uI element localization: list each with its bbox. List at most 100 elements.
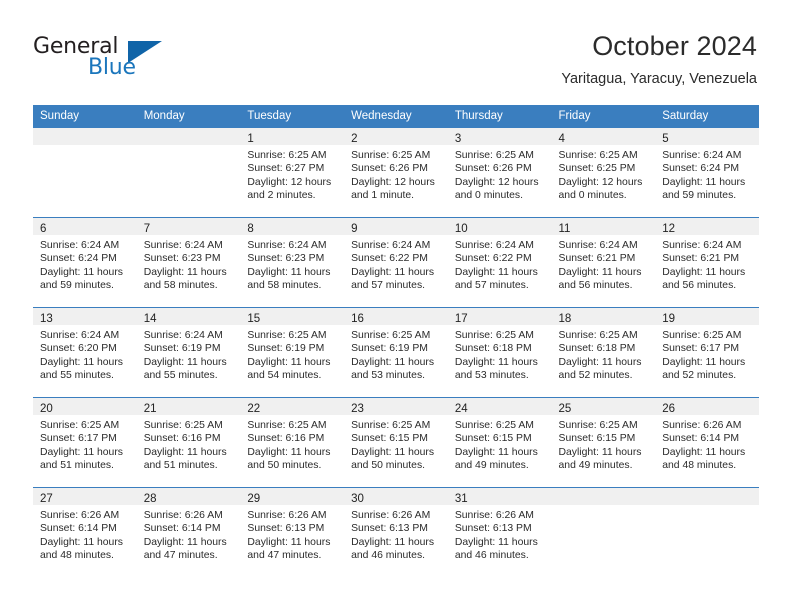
sunrise-text: Sunrise: 6:24 AM [558,240,638,251]
day-number-band: 3 [447,128,552,145]
calendar-day-cell[interactable]: 8 Sunrise: 6:24 AM Sunset: 6:23 PM Daylight… [240,217,345,308]
daylight-text: Daylight: 11 hours and 47 minutes. [143,536,227,562]
day-number-band: 13 [33,308,137,325]
calendar-day-cell[interactable]: 18 Sunrise: 6:25 AM Sunset: 6:18 PM Dayligh… [551,307,656,398]
day-number: 28 [143,493,157,505]
calendar-day-cell[interactable]: 31 Sunrise: 6:26 AM Sunset: 6:13 PM Dayligh… [447,487,552,577]
daylight-text: Daylight: 11 hours and 54 minutes. [247,356,331,382]
daylight-text: Daylight: 11 hours and 50 minutes. [247,446,331,472]
day-cell-content: 9 Sunrise: 6:24 AM Sunset: 6:22 PM Daylight… [344,218,448,307]
day-sun-info: Sunrise: 6:24 AM Sunset: 6:22 PM Daylight:… [344,235,448,293]
calendar-header-row: Sunday Monday Tuesday Wednesday Thursday… [33,105,759,128]
daylight-text: Daylight: 11 hours and 52 minutes. [558,356,642,382]
sunrise-text: Sunrise: 6:25 AM [454,330,534,341]
calendar-day-cell[interactable]: 28 Sunrise: 6:26 AM Sunset: 6:14 PM Dayligh… [136,487,241,577]
calendar-day-cell[interactable]: 3 Sunrise: 6:25 AM Sunset: 6:26 PM Daylight… [447,127,552,218]
calendar-day-cell[interactable]: 30 Sunrise: 6:26 AM Sunset: 6:13 PM Dayligh… [344,487,448,577]
calendar-day-cell[interactable]: 2 Sunrise: 6:25 AM Sunset: 6:26 PM Daylight… [344,127,448,218]
calendar-day-cell[interactable]: 23 Sunrise: 6:25 AM Sunset: 6:15 PM Dayligh… [344,397,448,488]
calendar-day-cell[interactable]: 7 Sunrise: 6:24 AM Sunset: 6:23 PM Daylight… [136,217,241,308]
day-cell-content: 3 Sunrise: 6:25 AM Sunset: 6:26 PM Daylight… [447,128,552,217]
generalblue-logo[interactable]: General Blue [33,34,213,86]
day-cell-content: 13 Sunrise: 6:24 AM Sunset: 6:20 PM Dayligh… [33,308,137,397]
day-number: 4 [558,133,565,145]
day-number-band: 15 [240,308,345,325]
day-sun-info: Sunrise: 6:25 AM Sunset: 6:18 PM Daylight:… [448,325,552,383]
sunset-text: Sunset: 6:15 PM [558,433,636,445]
day-cell-content: 27 Sunrise: 6:26 AM Sunset: 6:14 PM Dayligh… [33,488,137,577]
day-sun-info: Sunrise: 6:25 AM Sunset: 6:19 PM Daylight:… [344,325,448,383]
day-number-band: 1 [240,128,345,145]
sunset-text: Sunset: 6:17 PM [40,433,117,445]
calendar-day-cell[interactable]: 6 Sunrise: 6:24 AM Sunset: 6:24 PM Daylight… [33,217,137,308]
calendar-day-cell [33,127,137,218]
calendar-day-cell[interactable]: 5 Sunrise: 6:24 AM Sunset: 6:24 PM Daylight… [655,127,759,218]
day-number-band: 27 [33,488,137,505]
page-title: October 2024 [592,31,757,61]
sunset-text: Sunset: 6:22 PM [351,253,428,265]
sunset-text: Sunset: 6:26 PM [351,163,428,175]
day-number: 8 [247,223,254,235]
day-number-band: 17 [447,308,552,325]
calendar-day-cell[interactable]: 16 Sunrise: 6:25 AM Sunset: 6:19 PM Dayligh… [344,307,448,398]
daylight-text: Daylight: 11 hours and 48 minutes. [662,446,746,472]
calendar-day-cell[interactable]: 29 Sunrise: 6:26 AM Sunset: 6:13 PM Dayligh… [240,487,345,577]
calendar-day-cell[interactable]: 10 Sunrise: 6:24 AM Sunset: 6:22 PM Dayligh… [447,217,552,308]
calendar-day-cell[interactable]: 13 Sunrise: 6:24 AM Sunset: 6:20 PM Dayligh… [33,307,137,398]
day-number-band: 28 [136,488,241,505]
calendar-day-cell[interactable]: 14 Sunrise: 6:24 AM Sunset: 6:19 PM Dayligh… [136,307,241,398]
daylight-text: Daylight: 11 hours and 49 minutes. [454,446,538,472]
day-cell-content: 24 Sunrise: 6:25 AM Sunset: 6:15 PM Dayligh… [447,398,552,487]
calendar-day-cell [136,127,241,218]
calendar-day-cell[interactable]: 15 Sunrise: 6:25 AM Sunset: 6:19 PM Dayligh… [240,307,345,398]
day-number: 29 [247,493,261,505]
sunset-text: Sunset: 6:14 PM [40,523,117,535]
day-number-band: 2 [344,128,448,145]
day-number-band: 4 [551,128,656,145]
calendar-day-cell[interactable]: 27 Sunrise: 6:26 AM Sunset: 6:14 PM Dayligh… [33,487,137,577]
weekday-header-saturday: Saturday [655,105,759,128]
calendar-day-cell[interactable]: 12 Sunrise: 6:24 AM Sunset: 6:21 PM Dayligh… [655,217,759,308]
day-number: 30 [351,493,364,505]
calendar-day-cell[interactable]: 17 Sunrise: 6:25 AM Sunset: 6:18 PM Dayligh… [447,307,552,398]
day-sun-info: Sunrise: 6:24 AM Sunset: 6:20 PM Daylight:… [33,325,137,383]
daylight-text: Daylight: 11 hours and 48 minutes. [40,536,123,562]
calendar-day-cell[interactable]: 9 Sunrise: 6:24 AM Sunset: 6:22 PM Daylight… [344,217,448,308]
sunrise-text: Sunrise: 6:24 AM [247,240,327,251]
sunrise-text: Sunrise: 6:24 AM [40,240,120,251]
day-number: 5 [662,133,669,145]
calendar-day-cell[interactable]: 22 Sunrise: 6:25 AM Sunset: 6:16 PM Dayligh… [240,397,345,488]
day-number-band [655,488,759,505]
calendar-day-cell[interactable]: 11 Sunrise: 6:24 AM Sunset: 6:21 PM Dayligh… [551,217,656,308]
day-cell-content: 1 Sunrise: 6:25 AM Sunset: 6:27 PM Daylight… [240,128,345,217]
calendar-day-cell [551,487,656,577]
calendar-day-cell[interactable]: 19 Sunrise: 6:25 AM Sunset: 6:17 PM Dayligh… [655,307,759,398]
calendar-day-cell[interactable]: 4 Sunrise: 6:25 AM Sunset: 6:25 PM Daylight… [551,127,656,218]
sunrise-text: Sunrise: 6:25 AM [662,330,742,341]
day-cell-content: 6 Sunrise: 6:24 AM Sunset: 6:24 PM Daylight… [33,218,137,307]
calendar-week-row: 6 Sunrise: 6:24 AM Sunset: 6:24 PM Daylight… [33,217,759,308]
calendar-day-cell[interactable]: 20 Sunrise: 6:25 AM Sunset: 6:17 PM Dayligh… [33,397,137,488]
sunset-text: Sunset: 6:19 PM [247,343,325,355]
day-number: 21 [143,403,157,415]
calendar-day-cell[interactable]: 24 Sunrise: 6:25 AM Sunset: 6:15 PM Dayligh… [447,397,552,488]
day-cell-content: 2 Sunrise: 6:25 AM Sunset: 6:26 PM Daylight… [344,128,448,217]
day-sun-info: Sunrise: 6:26 AM Sunset: 6:14 PM Daylight:… [33,505,137,563]
calendar-day-cell[interactable]: 1 Sunrise: 6:25 AM Sunset: 6:27 PM Daylight… [240,127,345,218]
day-cell-content: 29 Sunrise: 6:26 AM Sunset: 6:13 PM Dayligh… [240,488,345,577]
day-number: 11 [558,223,571,235]
day-number: 24 [454,403,468,415]
sunrise-text: Sunrise: 6:25 AM [454,420,534,431]
day-cell-content: 5 Sunrise: 6:24 AM Sunset: 6:24 PM Daylight… [655,128,759,217]
title-block: October 2024 Yaritagua, Yaracuy, Venezue… [561,30,757,88]
sunrise-text: Sunrise: 6:24 AM [454,240,534,251]
day-cell-content: 26 Sunrise: 6:26 AM Sunset: 6:14 PM Dayligh… [655,398,759,487]
day-sun-info: Sunrise: 6:25 AM Sunset: 6:17 PM Daylight:… [655,325,759,383]
calendar-day-cell[interactable]: 21 Sunrise: 6:25 AM Sunset: 6:16 PM Dayligh… [136,397,241,488]
calendar-day-cell[interactable]: 26 Sunrise: 6:26 AM Sunset: 6:14 PM Dayligh… [655,397,759,488]
sunrise-text: Sunrise: 6:26 AM [351,510,431,521]
day-number: 10 [454,223,468,235]
calendar-day-cell[interactable]: 25 Sunrise: 6:25 AM Sunset: 6:15 PM Dayligh… [551,397,656,488]
day-cell-content: 22 Sunrise: 6:25 AM Sunset: 6:16 PM Dayligh… [240,398,345,487]
day-number-band: 18 [551,308,656,325]
